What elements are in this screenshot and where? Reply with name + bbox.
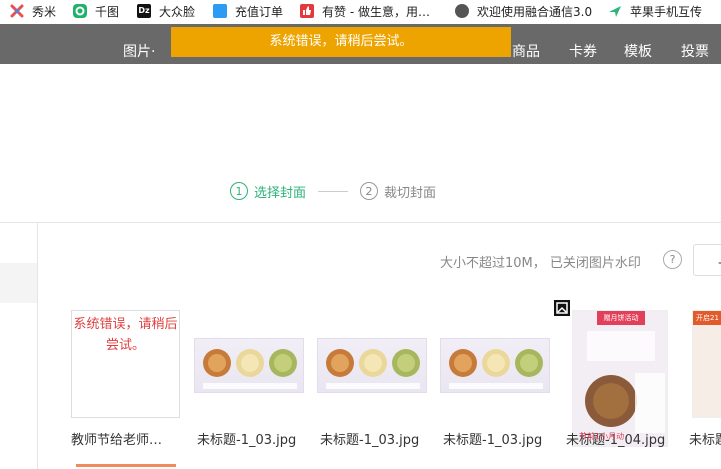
bookmark-qiantu[interactable]: 千图: [73, 0, 119, 22]
divider: [0, 222, 721, 223]
step-label: 裁切封面: [384, 185, 437, 201]
poster-image: 赠月饼活动 节前1小月动: [572, 310, 668, 447]
image-preview-icon[interactable]: [553, 299, 571, 317]
qiantu-icon: [73, 4, 87, 18]
step-indicator: 1 选择封面 2 裁切封面: [230, 178, 436, 204]
bookmark-label: 大众脸: [159, 4, 196, 19]
image-caption: 未标题: [689, 433, 721, 448]
error-toast: 系统错误，请稍后尝试。: [171, 27, 511, 57]
poster-title: 开启21: [693, 311, 721, 325]
nav-item-templates[interactable]: 模板: [624, 24, 652, 64]
bookmark-label: 欢迎使用融合通信3.0: [477, 4, 593, 19]
image-caption: 未标题-1_03.jpg: [197, 433, 297, 448]
step-number: 1: [230, 182, 248, 200]
xiumi-icon: [10, 4, 24, 18]
nav-item-goods[interactable]: 商品: [512, 24, 540, 64]
bookmark-recharge[interactable]: 充值订单: [213, 0, 283, 22]
youzan-icon: [300, 4, 314, 18]
globe-icon: [455, 4, 469, 18]
bookmark-xiumi[interactable]: 秀米: [10, 0, 56, 22]
bookmark-label: 充值订单: [235, 4, 284, 19]
nav-item-coupons[interactable]: 卡券: [569, 24, 597, 64]
poster-image: 开启21: [692, 310, 721, 418]
recharge-icon: [213, 4, 227, 18]
step-label: 选择封面: [254, 185, 307, 201]
help-icon[interactable]: ?: [663, 250, 682, 269]
poster-subtitle: 节前1小月动: [579, 432, 625, 441]
sidebar-item-selected[interactable]: [0, 263, 37, 303]
mooncake-image: [440, 338, 550, 393]
selected-indicator: [76, 464, 176, 467]
bookmark-label: 秀米: [32, 4, 57, 19]
image-caption: 未标题-1_03.jpg: [320, 433, 420, 448]
step-select-cover: 1 选择封面: [230, 182, 306, 201]
upload-button[interactable]: 上: [693, 244, 721, 276]
bookmark-dazhonglian[interactable]: Dz 大众脸: [137, 0, 195, 22]
upload-hint: 大小不超过10M， 已关闭图片水印: [440, 256, 641, 271]
step-connector: [318, 190, 349, 192]
sidebar-divider: [37, 223, 38, 469]
arrow-icon: [608, 4, 622, 18]
bookmarks-bar: 秀米 千图 Dz 大众脸 充值订单 有赞 - 做生意，用… 欢迎使用融合通信3.…: [0, 0, 721, 22]
nav-item-vote[interactable]: 投票: [681, 24, 709, 64]
bookmark-label: 苹果手机互传: [630, 4, 703, 19]
dz-icon: Dz: [137, 4, 151, 18]
mooncake-image: [194, 338, 304, 393]
bookmark-label: 千图: [95, 4, 120, 19]
bookmark-youzan[interactable]: 有赞 - 做生意，用…: [300, 0, 430, 22]
image-error: 系统错误，请稍后尝试。: [71, 310, 180, 418]
bookmark-apple-transfer[interactable]: 苹果手机互传: [608, 0, 702, 22]
step-crop-cover: 2 裁切封面: [360, 182, 436, 201]
nav-item-images[interactable]: 图片·: [123, 24, 155, 64]
bookmark-label: 有赞 - 做生意，用…: [322, 4, 430, 19]
mooncake-image: [317, 338, 427, 393]
bookmark-ronghe[interactable]: 欢迎使用融合通信3.0: [455, 0, 592, 22]
image-caption: 未标题-1_03.jpg: [443, 433, 543, 448]
image-caption: 教师节给老师…: [71, 433, 163, 448]
step-number: 2: [360, 182, 379, 200]
